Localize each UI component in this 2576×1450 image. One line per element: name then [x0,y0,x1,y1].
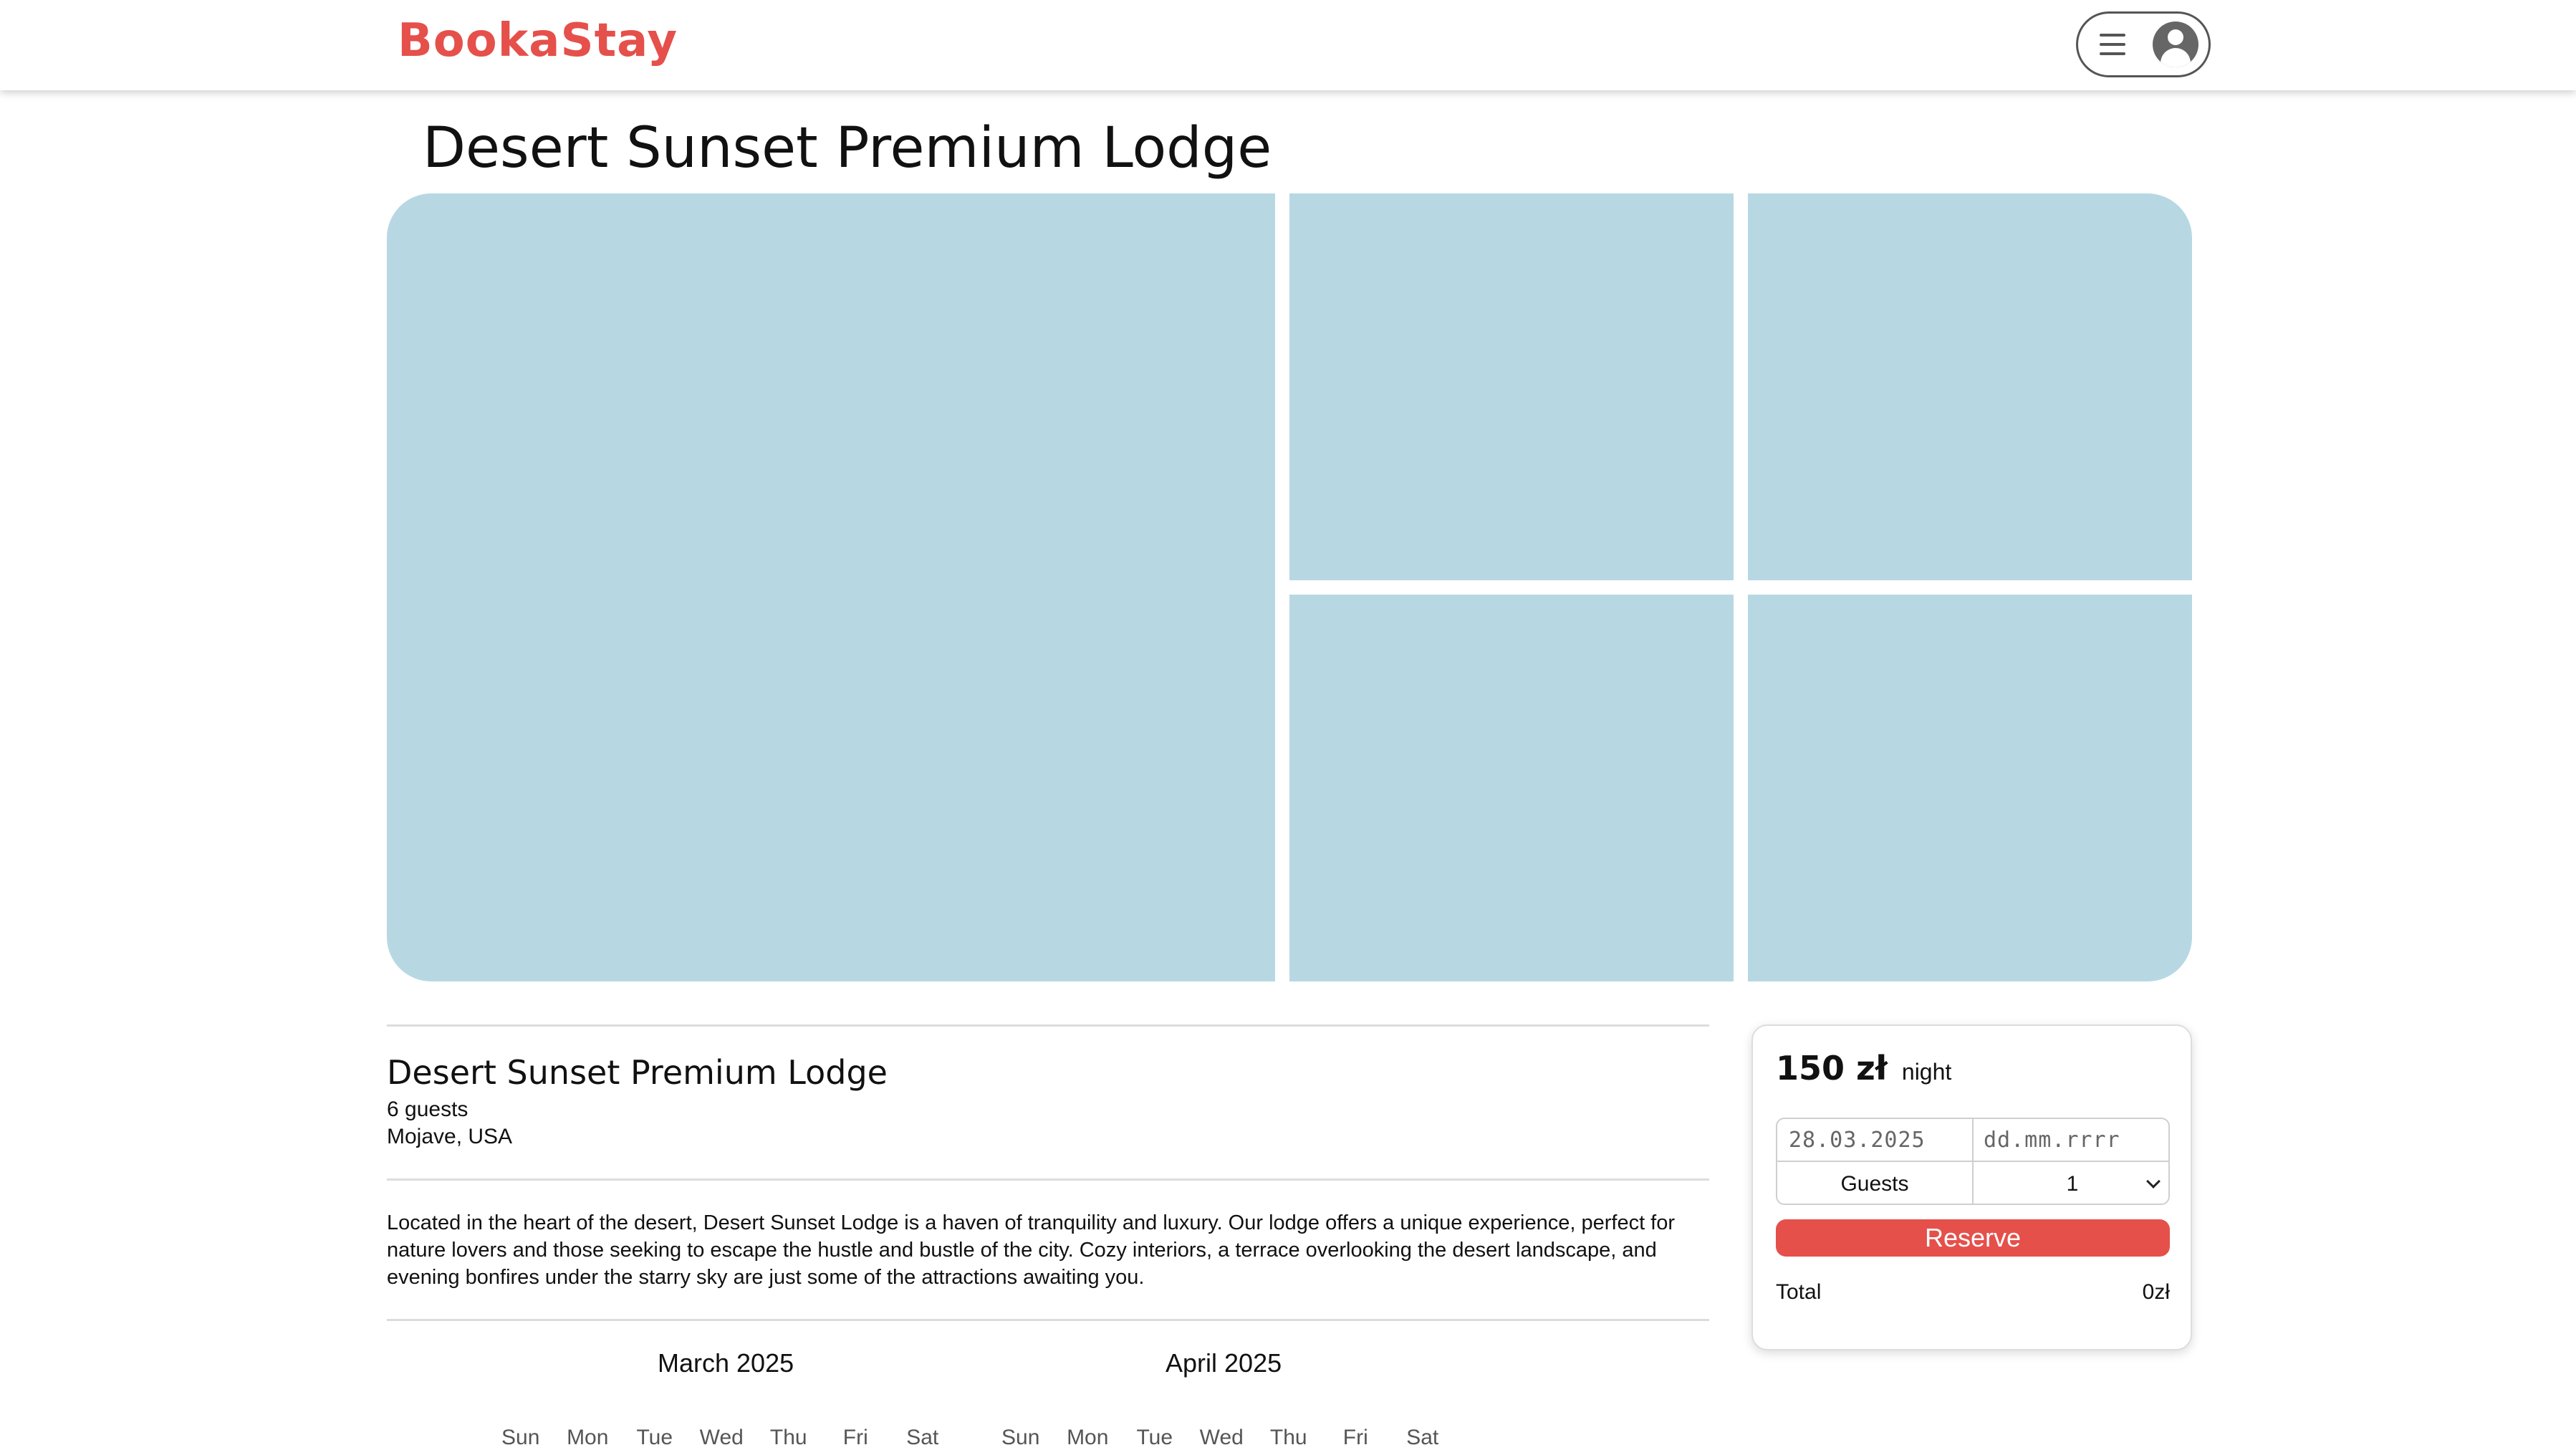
weekday-label: Tue [636,1426,673,1449]
total-label: Total [1776,1280,1822,1304]
listing-name: Desert Sunset Premium Lodge [387,1053,888,1092]
weekday-label: Wed [1199,1426,1244,1449]
calendar-month-title: March 2025 [658,1348,794,1378]
weekday-label: Wed [699,1426,744,1449]
guest-capacity: 6 guests [387,1098,468,1121]
weekday-label: Fri [1342,1426,1368,1449]
weekday-label: Tue [1136,1426,1173,1449]
weekday-label: Sat [1406,1426,1439,1449]
weekday-label: Thu [1269,1426,1307,1449]
photo-gallery [387,193,2192,981]
price-row: 150 zł night [1776,1049,1951,1088]
calendar-weekdays: Sun Mon Tue Wed Thu Fri Sat [987,1426,1456,1450]
booking-form: 28.03.2025 dd.mm.rrrr Guests 1 [1776,1118,2170,1205]
weekday-label: Sun [501,1426,540,1449]
total-row: Total 0zł [1776,1280,2170,1305]
section-divider [387,1319,1709,1321]
weekday-label: Sat [906,1426,939,1449]
weekday-label: Mon [1067,1426,1109,1449]
checkin-date-value: 28.03.2025 [1789,1127,1926,1153]
checkin-date-input[interactable]: 28.03.2025 [1777,1119,1974,1162]
brand-logo[interactable]: BookaStay [398,14,678,67]
user-menu-button[interactable] [2076,11,2211,77]
gallery-photo[interactable] [1289,193,1734,580]
page-title: Desert Sunset Premium Lodge [423,116,1272,181]
gallery-photo[interactable] [1748,193,2192,580]
total-value: 0zł [2142,1280,2170,1304]
guests-select-value: 1 [2066,1172,2079,1196]
gallery-photo[interactable] [1289,595,1734,981]
weekday-label: Fri [842,1426,868,1449]
calendar-month-title: April 2025 [1166,1348,1282,1378]
price-unit: night [1901,1059,1952,1085]
top-navbar: BookaStay [0,0,2576,90]
listing-location: Mojave, USA [387,1125,513,1148]
section-divider [387,1178,1709,1181]
reserve-button[interactable]: Reserve [1776,1219,2170,1257]
nightly-price: 150 zł [1776,1049,1888,1088]
listing-description: Located in the heart of the desert, Dese… [387,1211,1676,1289]
chevron-down-icon [2146,1174,2161,1189]
guests-select[interactable]: 1 [1974,1162,2168,1204]
booking-card: 150 zł night 28.03.2025 dd.mm.rrrr Guest… [1751,1024,2192,1350]
calendar-weekdays: Sun Mon Tue Wed Thu Fri Sat [487,1426,956,1450]
hamburger-menu-icon [2100,34,2125,55]
weekday-label: Thu [769,1426,807,1449]
gallery-photo[interactable] [1748,595,2192,981]
weekday-label: Sun [1001,1426,1040,1449]
section-divider [387,1024,1709,1027]
guests-label: Guests [1777,1162,1974,1204]
checkout-date-placeholder: dd.mm.rrrr [1984,1127,2120,1153]
weekday-label: Mon [567,1426,609,1449]
checkout-date-input[interactable]: dd.mm.rrrr [1974,1119,2168,1162]
main-photo[interactable] [387,193,1275,981]
user-avatar-icon [2153,21,2198,67]
